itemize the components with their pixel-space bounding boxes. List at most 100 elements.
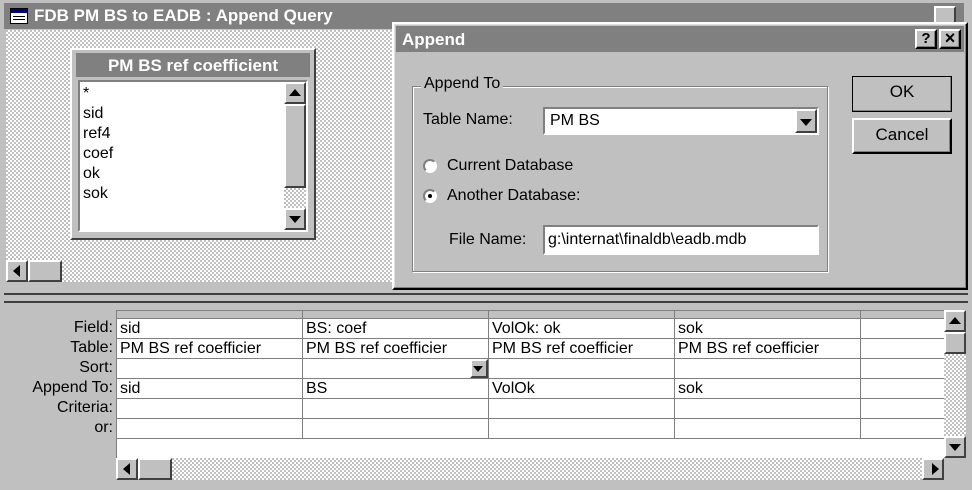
radio-selected-icon (423, 189, 437, 203)
grid-cell-sort[interactable] (117, 359, 303, 379)
grid-cell-append-to[interactable] (861, 379, 945, 399)
grid-cell-sort[interactable] (303, 359, 489, 379)
scroll-up-button[interactable] (944, 310, 966, 332)
grid-cell-table[interactable]: PM BS ref coefficier (303, 339, 489, 359)
field-list-scrollbar[interactable] (284, 82, 306, 230)
scroll-thumb[interactable] (28, 260, 62, 282)
arrow-left-icon (123, 463, 130, 475)
grid-cell-criteria[interactable] (489, 399, 675, 419)
grid-row-labels: Field: Table: Sort: Append To: Criteria:… (4, 318, 116, 438)
scroll-left-button[interactable] (116, 458, 138, 480)
field-item[interactable]: sok (83, 184, 273, 204)
grid-cell-table[interactable]: PM BS ref coefficier (489, 339, 675, 359)
row-label-append-to: Append To: (32, 379, 113, 396)
grid-cell-table[interactable]: PM BS ref coefficier (117, 339, 303, 359)
grid-cell-criteria[interactable] (303, 399, 489, 419)
scroll-down-button[interactable] (944, 436, 966, 458)
grid-cell-or[interactable] (117, 419, 303, 439)
grid-cell-criteria[interactable] (861, 399, 945, 419)
help-button[interactable]: ? (915, 29, 937, 49)
field-item[interactable]: sid (83, 104, 273, 124)
grid-cell-field[interactable]: sok (675, 319, 861, 339)
grid-cell-table[interactable]: PM BS ref coefficier (675, 339, 861, 359)
column-selector[interactable] (489, 311, 675, 319)
grid-hscroll[interactable] (116, 458, 944, 480)
grid-cell-or[interactable] (489, 419, 675, 439)
scroll-thumb[interactable] (944, 332, 966, 354)
grid-cell-sort[interactable] (489, 359, 675, 379)
scroll-up-button[interactable] (284, 82, 306, 104)
grid-cell-criteria[interactable] (117, 399, 303, 419)
grid-vscroll[interactable] (944, 310, 966, 458)
row-label-criteria: Criteria: (56, 399, 113, 416)
field-item[interactable]: coef (83, 144, 273, 164)
grid-cell-or[interactable] (861, 419, 945, 439)
table-name-combo[interactable]: PM BS (543, 107, 819, 135)
radio-circle-icon (423, 159, 437, 173)
file-name-value: g:\internat\finaldb\eadb.mdb (548, 231, 747, 248)
table-name-dropdown-button[interactable] (795, 109, 817, 133)
field-list-items: * sid ref4 coef ok sok (83, 84, 273, 204)
append-to-group: Append To Table Name: PM BS Current Data… (412, 75, 828, 272)
ok-button[interactable]: OK (852, 76, 952, 112)
ok-label: OK (889, 82, 915, 101)
field-list-title: PM BS ref coefficient (107, 56, 279, 75)
grid-cell-field[interactable]: sid (117, 319, 303, 339)
arrow-right-icon (932, 463, 939, 475)
field-list-title-bar[interactable]: PM BS ref coefficient (76, 53, 310, 77)
column-selector[interactable] (861, 311, 945, 319)
grid-cell-append-to[interactable]: sid (117, 379, 303, 399)
scroll-left-button[interactable] (6, 260, 28, 282)
scroll-down-button[interactable] (284, 208, 306, 230)
scroll-thumb[interactable] (284, 104, 306, 188)
sort-dropdown-button[interactable] (470, 359, 488, 378)
grid-cell-or[interactable] (675, 419, 861, 439)
chevron-down-icon (800, 119, 812, 126)
grid-cell-field[interactable]: BS: coef (303, 319, 489, 339)
grid-cell-or[interactable] (303, 419, 489, 439)
pane-splitter[interactable] (4, 293, 968, 303)
cancel-label: Cancel (875, 125, 929, 144)
current-database-radio[interactable]: Current Database (423, 157, 723, 179)
grid-cell-sort[interactable] (861, 359, 945, 379)
current-database-label: Current Database (447, 157, 574, 174)
table-name-value: PM BS (550, 112, 600, 129)
dialog-title-bar[interactable]: Append ? × (396, 26, 964, 52)
dialog-title: Append (402, 30, 466, 49)
field-item[interactable]: ref4 (83, 124, 273, 144)
grid-cell-field[interactable] (861, 319, 945, 339)
table-name-label-text: Table Name: (423, 111, 513, 128)
field-item[interactable]: ok (83, 164, 273, 184)
column-selector[interactable] (675, 311, 861, 319)
table-pane-hscroll[interactable] (6, 260, 64, 282)
arrow-down-icon (289, 216, 301, 223)
grid-cell-append-to[interactable]: BS (303, 379, 489, 399)
field-item[interactable]: * (83, 84, 273, 104)
grid-cell-table[interactable] (861, 339, 945, 359)
qbe-grid: Field: Table: Sort: Append To: Criteria:… (4, 306, 968, 486)
grid-body: sid PM BS ref coefficier sid BS: coef PM… (116, 310, 945, 458)
scroll-right-button[interactable] (922, 458, 944, 480)
grid-cell-criteria[interactable] (675, 399, 861, 419)
row-label-field: Field: (73, 319, 113, 336)
append-dialog: Append ? × Append To Table Name: PM BS C… (392, 22, 968, 290)
chevron-down-icon (473, 366, 483, 372)
query-window-icon[interactable] (10, 8, 28, 24)
grid-cell-field[interactable]: VolOk: ok (489, 319, 675, 339)
row-label-sort: Sort: (79, 359, 113, 376)
field-list-box[interactable]: * sid ref4 coef ok sok (78, 80, 308, 232)
file-name-input[interactable]: g:\internat\finaldb\eadb.mdb (543, 225, 819, 255)
grid-cell-append-to[interactable]: sok (675, 379, 861, 399)
cancel-button[interactable]: Cancel (852, 118, 952, 154)
another-database-radio[interactable]: Another Database: (423, 187, 723, 209)
column-selector[interactable] (117, 311, 303, 319)
grid-cell-append-to[interactable]: VolOk (489, 379, 675, 399)
field-list-window[interactable]: PM BS ref coefficient * sid ref4 coef ok… (70, 48, 316, 240)
help-icon: ? (921, 30, 931, 47)
grid-cell-sort[interactable] (675, 359, 861, 379)
table-name-label: Table Name: (423, 111, 513, 129)
column-selector[interactable] (303, 311, 489, 319)
close-button[interactable]: × (939, 29, 961, 49)
another-database-label: Another Database: (447, 187, 581, 204)
scroll-thumb[interactable] (138, 458, 172, 480)
